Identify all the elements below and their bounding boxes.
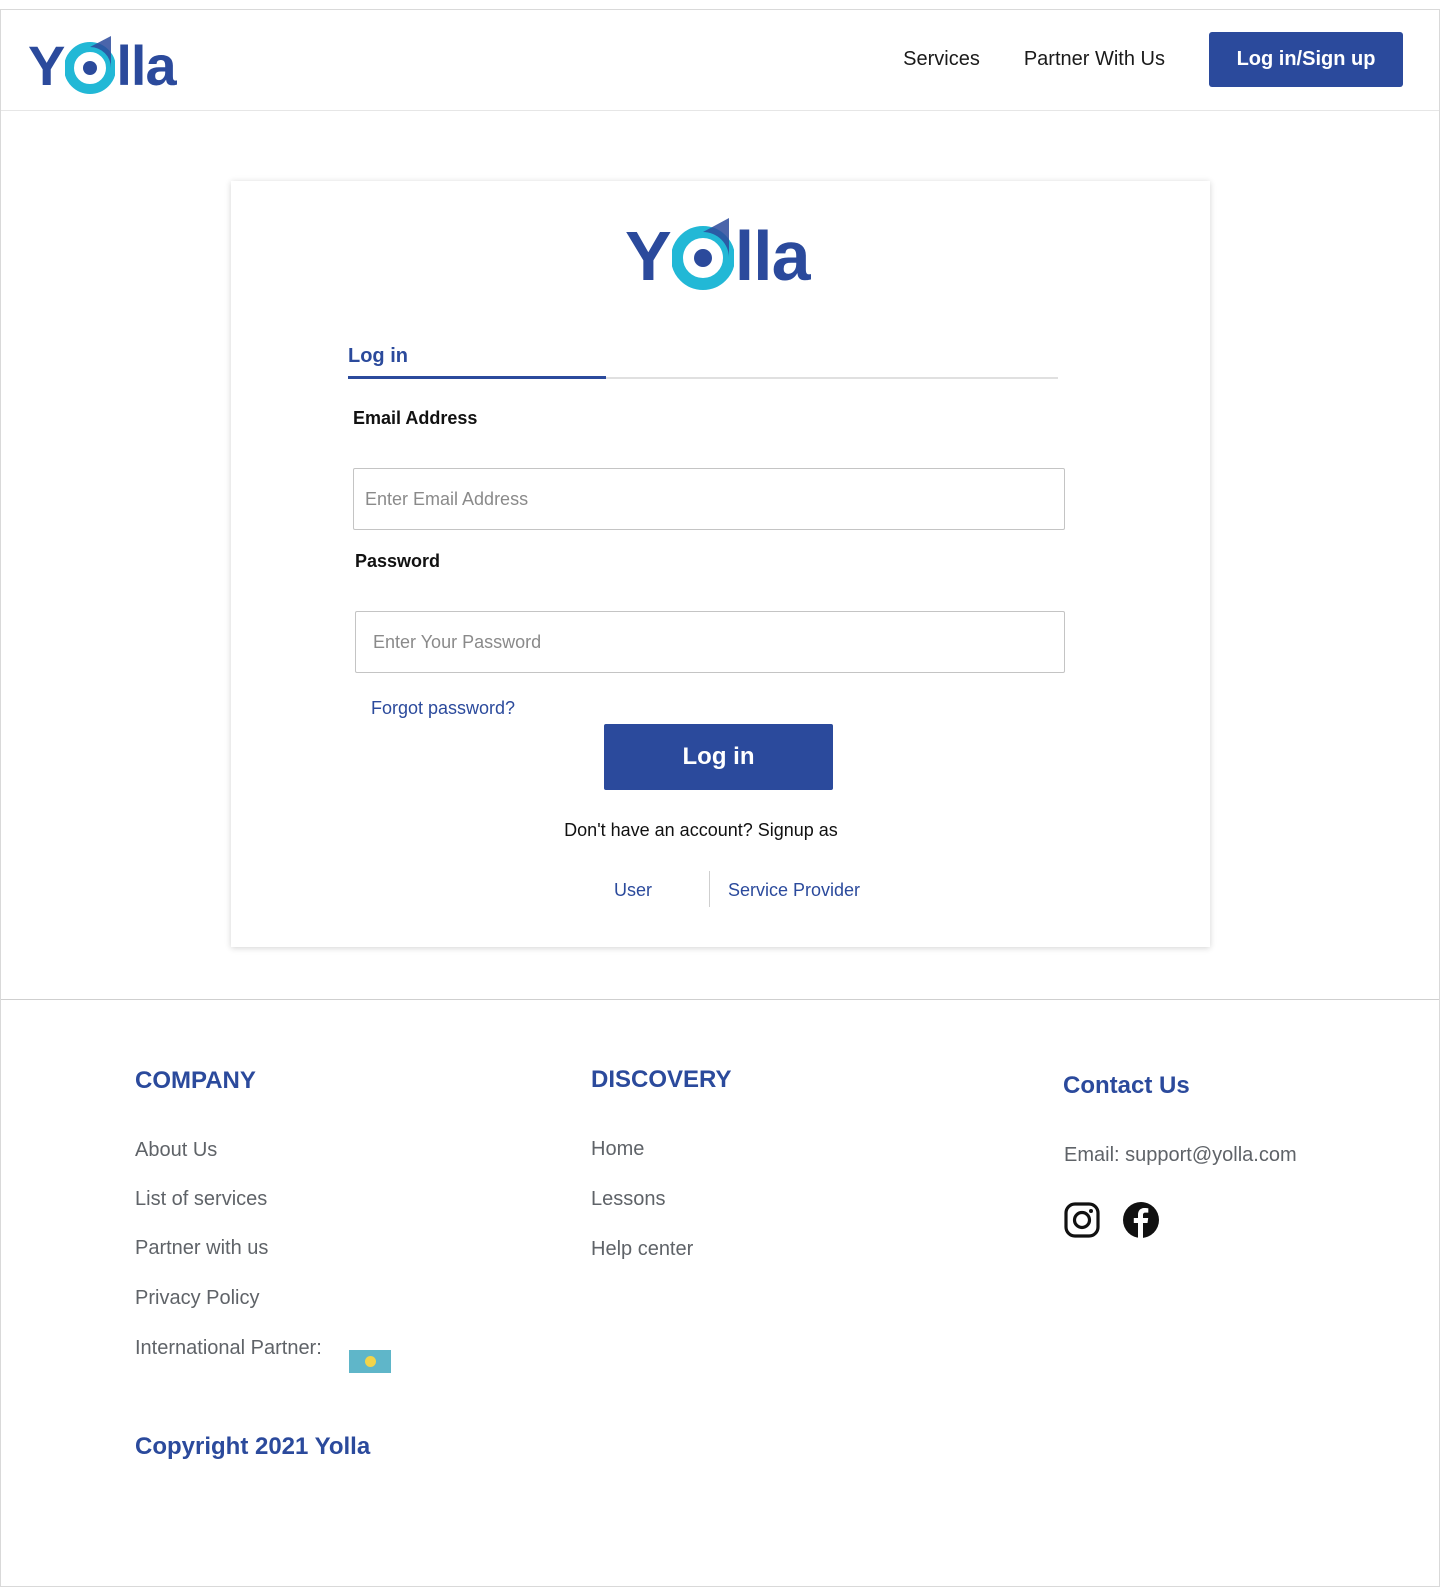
nav-services-link[interactable]: Services xyxy=(903,48,980,71)
password-input[interactable] xyxy=(355,611,1065,673)
logo-letters-lla: lla xyxy=(116,34,176,97)
footer-partner-with-us-link[interactable]: Partner with us xyxy=(135,1237,268,1260)
footer-copyright: Copyright 2021 Yolla xyxy=(135,1433,371,1460)
footer-company-heading: COMPANY xyxy=(135,1067,256,1094)
login-signup-button[interactable]: Log in/Sign up xyxy=(1209,32,1403,87)
logo-letters-lla: lla xyxy=(734,217,811,295)
footer-home-link[interactable]: Home xyxy=(591,1138,644,1161)
footer-lessons-link[interactable]: Lessons xyxy=(591,1188,666,1211)
email-label: Email Address xyxy=(353,408,478,428)
footer-international-partner-label: International Partner: xyxy=(135,1337,322,1359)
login-card: Y lla Log in Email Address Password Forg… xyxy=(231,181,1210,947)
footer-divider xyxy=(1,999,1439,1000)
signup-divider xyxy=(709,871,710,907)
logo-pin-icon xyxy=(65,36,116,94)
footer-discovery-heading: DISCOVERY xyxy=(591,1066,732,1093)
login-button[interactable]: Log in xyxy=(604,724,833,790)
main-nav: Services Partner With Us Log in/Sign up xyxy=(903,32,1403,87)
logo-letter-y: Y xyxy=(28,34,65,97)
page-frame: Y lla Services Partner With Us Log in/Si… xyxy=(0,9,1440,1587)
instagram-icon[interactable] xyxy=(1064,1202,1100,1238)
password-label: Password xyxy=(355,551,441,571)
signup-prompt: Don't have an account? Signup as xyxy=(564,820,838,840)
logo-pin-icon xyxy=(671,218,734,290)
footer-contact-email[interactable]: Email: support@yolla.com xyxy=(1064,1144,1297,1167)
footer-help-center-link[interactable]: Help center xyxy=(591,1238,693,1261)
tab-login[interactable]: Log in xyxy=(348,343,606,379)
site-header: Y lla Services Partner With Us Log in/Si… xyxy=(1,10,1439,111)
signup-user-link[interactable]: User xyxy=(614,880,652,901)
footer-about-us-link[interactable]: About Us xyxy=(135,1139,217,1162)
forgot-password-link[interactable]: Forgot password? xyxy=(371,698,515,719)
footer-privacy-policy-link[interactable]: Privacy Policy xyxy=(135,1287,259,1310)
footer-contact-heading: Contact Us xyxy=(1063,1072,1190,1099)
nav-partner-link[interactable]: Partner With Us xyxy=(1024,48,1165,71)
signup-service-provider-link[interactable]: Service Provider xyxy=(728,880,860,901)
footer-list-of-services-link[interactable]: List of services xyxy=(135,1188,267,1211)
email-input[interactable] xyxy=(353,468,1065,530)
facebook-icon[interactable] xyxy=(1123,1202,1159,1238)
header-logo[interactable]: Y lla xyxy=(28,24,177,97)
card-logo: Y lla xyxy=(625,211,811,295)
auth-tabs: Log in xyxy=(348,343,1058,379)
kazakhstan-flag-icon[interactable] xyxy=(349,1350,391,1373)
logo-letter-y: Y xyxy=(625,217,672,295)
flag-sun-icon xyxy=(364,1356,376,1367)
